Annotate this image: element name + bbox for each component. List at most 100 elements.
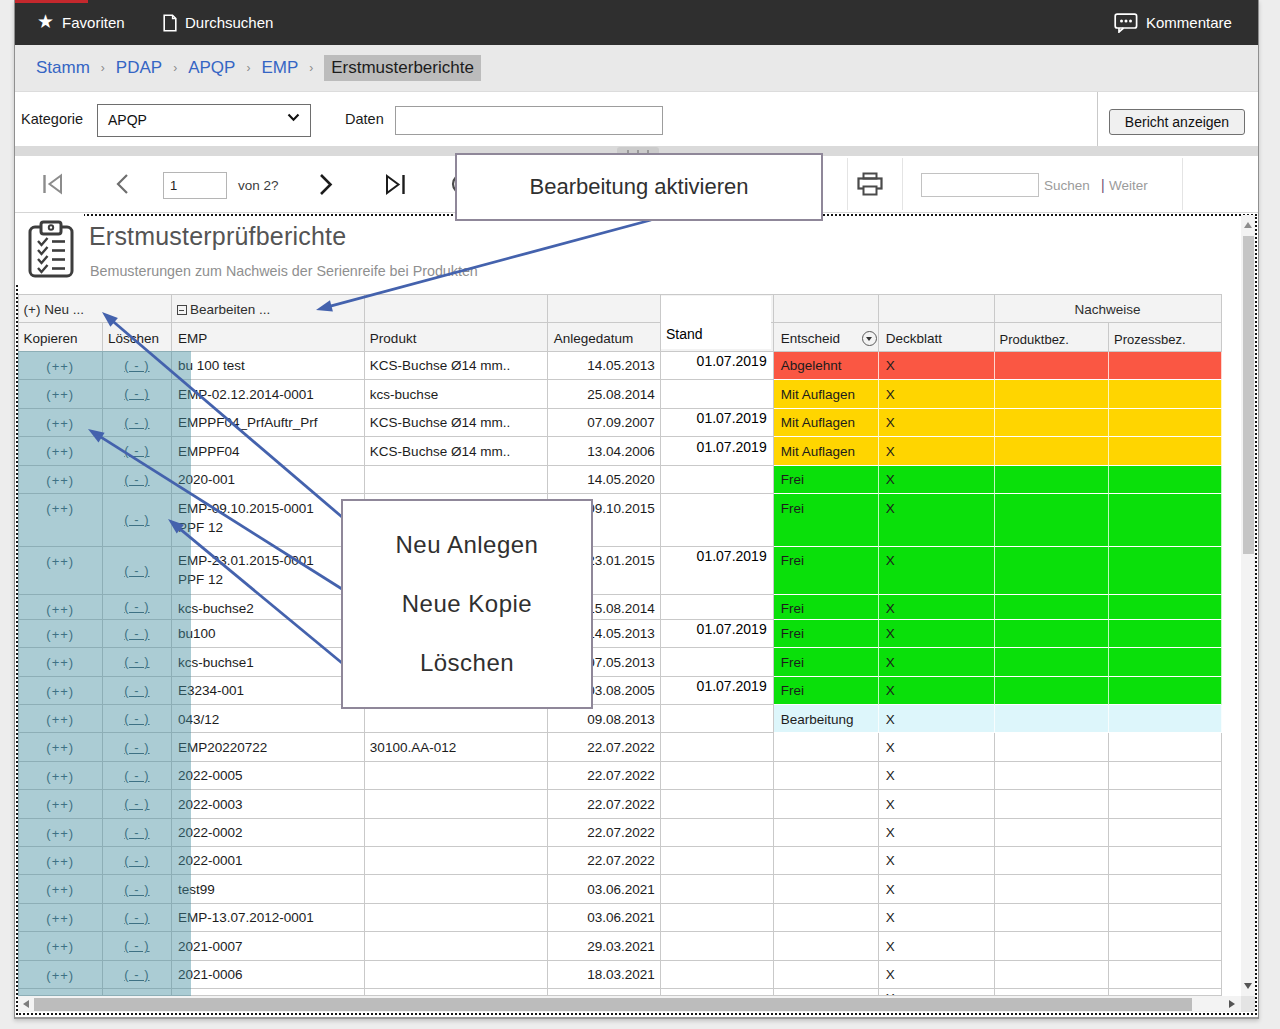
category-select[interactable]: APQP (97, 104, 311, 137)
produktbez-cell (995, 595, 1109, 620)
copy-row-link[interactable]: (++) (19, 819, 103, 847)
delete-row-link[interactable]: ( - ) (103, 620, 172, 649)
edit-menu-button[interactable]: Bearbeiten ... (172, 295, 365, 323)
first-page-button[interactable] (41, 156, 65, 212)
favorites-button[interactable]: ★ Favoriten (37, 0, 125, 45)
delete-row-link[interactable]: ( - ) (103, 904, 172, 932)
copy-row-link[interactable]: (++) (19, 648, 103, 677)
scrollbar-corner (1241, 996, 1255, 1012)
copy-row-link[interactable]: (++) (19, 437, 103, 466)
next-page-button[interactable] (317, 156, 334, 212)
copy-row-link[interactable]: (++) (19, 595, 103, 620)
delete-row-link[interactable]: ( - ) (103, 547, 172, 595)
anlegedatum-cell: 22.07.2022 (548, 819, 661, 847)
new-menu-button[interactable]: (+) Neu ... (19, 295, 172, 323)
copy-row-link[interactable]: (++) (19, 904, 103, 932)
find-next-link[interactable]: Weiter (1109, 178, 1148, 193)
delete-row-link[interactable]: ( - ) (103, 494, 172, 547)
comments-button[interactable]: Kommentare (1114, 0, 1232, 45)
scroll-down-icon[interactable] (1244, 983, 1252, 989)
delete-row-link[interactable]: ( - ) (103, 380, 172, 409)
copy-row-link[interactable]: (++) (19, 705, 103, 733)
show-report-button[interactable]: Bericht anzeigen (1109, 109, 1245, 135)
horizontal-scrollbar[interactable] (18, 996, 1241, 1012)
daten-label: Daten (345, 111, 384, 127)
copy-row-link[interactable]: (++) (19, 547, 103, 595)
favorites-label: Favoriten (62, 14, 125, 31)
delete-row-link[interactable]: ( - ) (103, 705, 172, 733)
find-link[interactable]: Suchen (1044, 178, 1090, 193)
entscheid-cell: Frei (774, 595, 879, 620)
search-input[interactable] (921, 173, 1039, 197)
browse-button[interactable]: Durchsuchen (163, 0, 273, 45)
copy-row-link[interactable]: (++) (19, 762, 103, 790)
produkt-cell (365, 961, 548, 989)
current-page-input[interactable] (163, 172, 227, 199)
horizontal-scrollbar-thumb[interactable] (34, 998, 1192, 1011)
sort-dropdown-icon[interactable] (862, 331, 877, 346)
copy-row-link[interactable]: (++) (19, 409, 103, 438)
copy-row-link[interactable]: (++) (19, 677, 103, 706)
copy-row-link[interactable]: (++) (19, 961, 103, 989)
entscheid-cell: Frei (774, 494, 879, 547)
copy-row-link[interactable]: (++) (19, 932, 103, 960)
copy-row-link[interactable]: (++) (19, 466, 103, 495)
deckblatt-cell: X (879, 494, 995, 547)
delete-row-link[interactable]: ( - ) (103, 932, 172, 960)
delete-row-link[interactable]: ( - ) (103, 875, 172, 903)
vertical-scrollbar-thumb[interactable] (1243, 236, 1254, 554)
emp-cell: E3234-001 (172, 677, 365, 706)
delete-row-link[interactable]: ( - ) (103, 762, 172, 790)
print-button[interactable] (857, 156, 883, 212)
copy-row-link[interactable]: (++) (19, 494, 103, 547)
copy-row-link[interactable]: (++) (19, 847, 103, 875)
copy-row-link[interactable]: (++) (19, 875, 103, 903)
scroll-right-icon[interactable] (1229, 1000, 1235, 1008)
copy-row-link[interactable]: (++) (19, 380, 103, 409)
delete-row-link[interactable]: ( - ) (103, 790, 172, 818)
prozessbez-cell (1109, 847, 1221, 875)
previous-page-button[interactable] (114, 156, 130, 212)
delete-row-link[interactable]: ( - ) (103, 648, 172, 677)
anlegedatum-cell: 29.03.2021 (548, 932, 661, 960)
delete-row-link[interactable]: ( - ) (103, 847, 172, 875)
copy-row-link[interactable]: (++) (19, 790, 103, 818)
breadcrumb-link-stamm[interactable]: Stamm (36, 58, 90, 78)
scroll-left-icon[interactable] (23, 1000, 29, 1008)
deckblatt-cell: X (879, 705, 995, 733)
breadcrumb-separator: › (309, 61, 313, 75)
anlegedatum-cell: 14.05.2013 (548, 352, 661, 381)
scroll-up-icon[interactable] (1244, 222, 1252, 228)
stand-cell: 01.07.2019 (661, 437, 774, 466)
delete-row-link[interactable]: ( - ) (103, 819, 172, 847)
entscheid-cell: Abgelehnt (774, 352, 879, 381)
copy-row-link[interactable]: (++) (19, 352, 103, 381)
copy-row-link[interactable]: (++) (19, 733, 103, 761)
breadcrumb-link-emp[interactable]: EMP (261, 58, 298, 78)
delete-row-link[interactable]: ( - ) (103, 352, 172, 381)
column-header-entscheid: Entscheid (774, 323, 879, 352)
stand-cell (661, 875, 774, 903)
produktbez-cell (995, 620, 1109, 649)
delete-row-link[interactable]: ( - ) (103, 595, 172, 620)
breadcrumb-link-apqp[interactable]: APQP (188, 58, 235, 78)
prozessbez-cell (1109, 705, 1221, 733)
report-icon-box (15, 213, 84, 283)
last-page-button[interactable] (383, 156, 408, 212)
delete-row-link[interactable]: ( - ) (103, 437, 172, 466)
breadcrumb-separator: › (101, 61, 105, 75)
delete-row-link[interactable]: ( - ) (103, 466, 172, 495)
prozessbez-cell (1109, 466, 1221, 495)
daten-input[interactable] (395, 106, 663, 135)
delete-row-link[interactable]: ( - ) (103, 677, 172, 706)
copy-row-link[interactable]: (++) (19, 620, 103, 649)
prozessbez-cell (1109, 733, 1221, 761)
delete-row-link[interactable]: ( - ) (103, 733, 172, 761)
parameter-area: Kategorie APQP Daten Bericht anzeigen (15, 92, 1258, 146)
breadcrumb-link-pdap[interactable]: PDAP (116, 58, 162, 78)
vertical-scrollbar[interactable] (1241, 215, 1255, 996)
deckblatt-cell: X (879, 466, 995, 495)
table-row: (++)( - )EMPPF04_PrfAuftr_PrfKCS-Buchse … (19, 409, 1222, 438)
delete-row-link[interactable]: ( - ) (103, 961, 172, 989)
delete-row-link[interactable]: ( - ) (103, 409, 172, 438)
